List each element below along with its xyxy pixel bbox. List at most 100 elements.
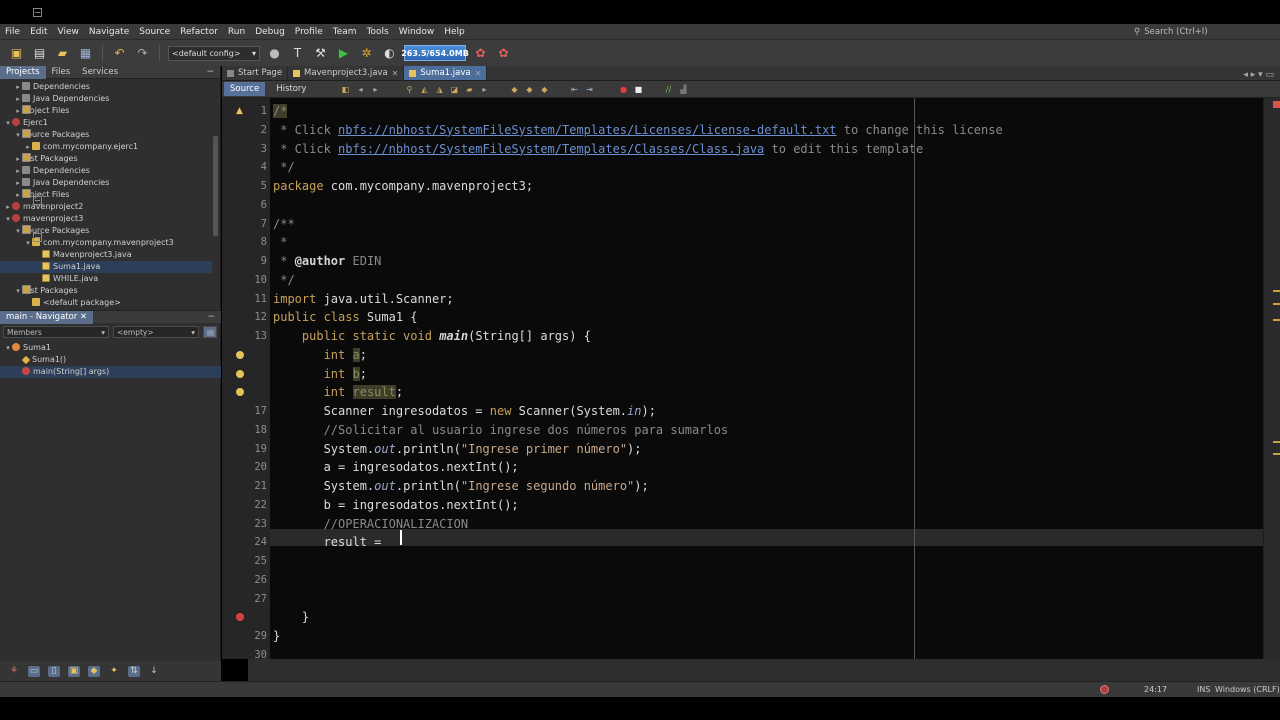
collapsed-icon[interactable]: ▸ (14, 189, 22, 201)
code-line[interactable]: } (273, 627, 280, 646)
code-line[interactable]: import java.util.Scanner; (273, 290, 454, 309)
tab-files[interactable]: Files (46, 66, 77, 79)
collapsed-icon[interactable]: ▸ (4, 201, 12, 213)
tab-list-icon[interactable]: ◂ ▸ ▾ ▭ (1243, 70, 1274, 80)
warning-mark[interactable] (1273, 453, 1280, 455)
back-icon[interactable]: ◂ (355, 84, 365, 94)
menu-team[interactable]: Team (328, 27, 362, 37)
shift-left-icon[interactable]: ⇤ (569, 84, 579, 94)
source-mode-button[interactable]: Source (224, 82, 266, 96)
sort-icon[interactable]: ▤ (203, 326, 217, 338)
tree-item[interactable]: ▾ mavenproject3 (0, 213, 212, 225)
code-line[interactable]: */ (273, 271, 294, 290)
find-prev-icon[interactable]: ◭ (419, 84, 429, 94)
find-next-icon[interactable]: ◮ (434, 84, 444, 94)
tab-projects[interactable]: Projects (0, 65, 46, 79)
tree-item[interactable]: ▸ mavenproject2 (0, 201, 212, 213)
tree-item[interactable]: ▸ Dependencies (0, 165, 212, 177)
globe-icon[interactable]: ● (266, 45, 283, 62)
hint-bulb-icon[interactable] (236, 350, 244, 359)
code-line[interactable]: //OPERACIONALIZACION (273, 515, 469, 534)
insert-mode[interactable]: INS (1197, 685, 1210, 694)
tree-item[interactable]: main(String[] args) (0, 366, 221, 378)
profile-icon[interactable]: ◐ (381, 45, 398, 62)
tree-item[interactable]: Suma1.java (0, 261, 212, 273)
warning-mark[interactable] (1273, 319, 1280, 321)
new-project-icon[interactable]: ▣ (8, 45, 25, 62)
code-line[interactable]: Scanner ingresodatos = new Scanner(Syste… (273, 402, 656, 421)
history-mode-button[interactable]: History (270, 82, 312, 96)
toggle-rect-select-icon[interactable]: ▸ (479, 84, 489, 94)
code-line[interactable]: int b; (273, 365, 367, 384)
inherited-filter-icon[interactable]: ◆ (88, 665, 100, 677)
code-line[interactable]: * Click nbfs://nbhost/SystemFileSystem/T… (273, 121, 1002, 140)
fold-toggle-icon[interactable]: − (33, 8, 42, 17)
code-line[interactable]: * (273, 233, 287, 252)
collapsed-icon[interactable]: ▸ (14, 153, 22, 165)
find-icon[interactable]: ⚲ (404, 84, 414, 94)
menu-profile[interactable]: Profile (290, 27, 328, 37)
hint-bulb-icon[interactable] (236, 388, 244, 397)
collapsed-icon[interactable]: ▸ (24, 141, 32, 153)
tab-services[interactable]: Services (76, 66, 124, 79)
tree-item[interactable]: ▾ Suma1 (0, 342, 221, 354)
editor-gutter[interactable]: ▲ (222, 98, 248, 659)
code-line[interactable]: package com.mycompany.mavenproject3; (273, 177, 533, 196)
find-selection-icon[interactable]: ◪ (449, 84, 459, 94)
menu-navigate[interactable]: Navigate (84, 27, 134, 37)
tree-item[interactable]: <default package> (0, 297, 212, 309)
static-filter-icon[interactable]: ▯ (48, 665, 60, 677)
code-line[interactable]: int result; (273, 383, 403, 402)
line-endings[interactable]: Windows (CRLF) (1215, 685, 1280, 694)
code-line[interactable]: public static void main(String[] args) { (273, 327, 591, 346)
error-icon[interactable] (236, 613, 244, 622)
menu-help[interactable]: Help (439, 27, 470, 37)
prev-bookmark-icon[interactable]: ◆ (509, 84, 519, 94)
search-field[interactable]: ⚲ Search (Ctrl+I) (1134, 25, 1274, 38)
uncomment-icon[interactable]: ▟ (678, 84, 688, 94)
menu-window[interactable]: Window (394, 27, 440, 37)
members-select[interactable]: Members ▾ (3, 326, 109, 338)
code-text[interactable]: /* * Click nbfs://nbhost/SystemFileSyste… (270, 98, 1263, 659)
expanded-icon[interactable]: ▾ (4, 117, 12, 129)
menu-edit[interactable]: Edit (25, 27, 52, 37)
code-line[interactable]: a = ingresodatos.nextInt(); (273, 458, 519, 477)
last-edit-icon[interactable]: ◧ (340, 84, 350, 94)
gc-icon[interactable]: ✿ (472, 45, 489, 62)
code-line[interactable]: } (273, 608, 309, 627)
filter-select[interactable]: <empty> ▾ (113, 326, 199, 338)
warning-mark[interactable] (1273, 290, 1280, 292)
fields-filter-icon[interactable]: ▭ (28, 665, 40, 677)
comment-icon[interactable]: // (663, 84, 673, 94)
toggle-highlight-icon[interactable]: ▰ (464, 84, 474, 94)
menu-debug[interactable]: Debug (250, 27, 290, 37)
tree-item[interactable]: ▸ com.mycompany.ejerc1 (0, 141, 212, 153)
editor-tab[interactable]: Mavenproject3.java ✕ (288, 66, 405, 80)
memory-indicator[interactable]: 263.5/654.0MB (401, 45, 469, 61)
code-line[interactable]: b = ingresodatos.nextInt(); (273, 496, 519, 515)
expanded-icon[interactable]: ▾ (4, 342, 12, 354)
stop-macro-icon[interactable]: ■ (633, 84, 643, 94)
menu-refactor[interactable]: Refactor (175, 27, 223, 37)
code-line[interactable]: System.out.println("Ingrese segundo núme… (273, 477, 649, 496)
collapsed-icon[interactable]: ▸ (14, 93, 22, 105)
error-icon[interactable] (1273, 101, 1280, 108)
tree-scrollbar[interactable] (213, 136, 218, 236)
code-line[interactable]: result = (273, 533, 389, 552)
minimize-icon[interactable]: − (207, 312, 215, 322)
code-line[interactable]: public class Suma1 { (273, 308, 418, 327)
code-line[interactable]: */ (273, 158, 294, 177)
undo-icon[interactable]: ↶ (111, 45, 128, 62)
code-line[interactable]: * @author EDIN (273, 252, 381, 271)
forward-icon[interactable]: ▸ (370, 84, 380, 94)
debug-icon[interactable]: ✲ (358, 45, 375, 62)
navigator-tab[interactable]: main - Navigator ✕ (0, 310, 94, 324)
close-icon[interactable]: ✕ (80, 312, 87, 322)
fold-toggle-icon[interactable]: − (33, 233, 42, 242)
menu-file[interactable]: File (0, 27, 25, 37)
tree-item[interactable]: ▾ Ejerc1 (0, 117, 212, 129)
menu-view[interactable]: View (53, 27, 84, 37)
fold-toggle-icon[interactable]: − (33, 195, 42, 205)
tree-item[interactable]: Suma1() (0, 354, 221, 366)
profile-gc-icon[interactable]: ✿ (495, 45, 512, 62)
